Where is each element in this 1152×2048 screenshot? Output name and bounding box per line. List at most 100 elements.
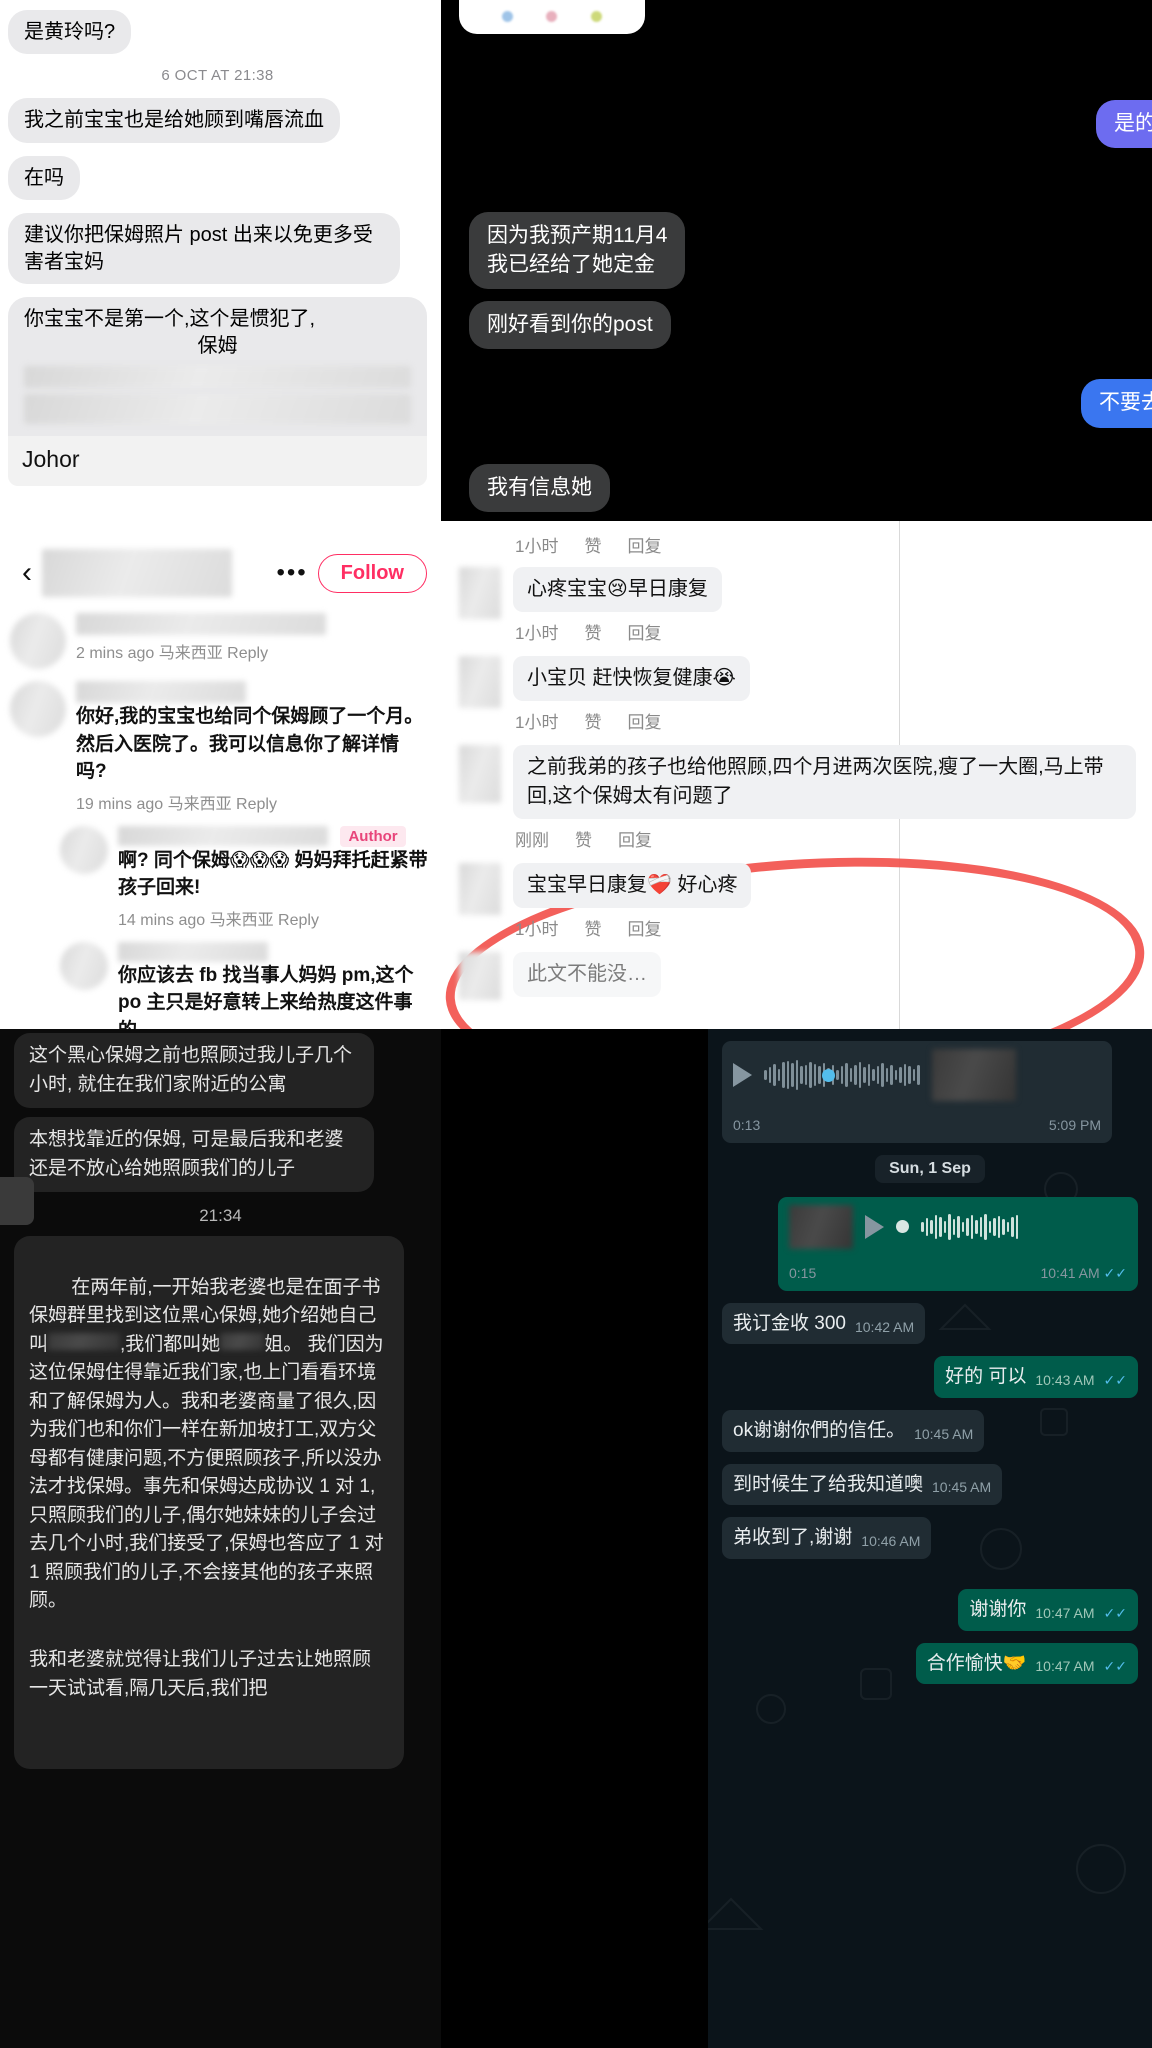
chat-bubble-incoming[interactable]: 在吗 bbox=[8, 155, 80, 201]
comment-meta[interactable]: 19 mins ago 马来西亚 Reply bbox=[76, 790, 429, 814]
chat-bubble-long[interactable]: 在两年前,一开始我老婆也是在面子书保姆群里找到这位黑心保姆,她介绍她自己叫 ,我们… bbox=[14, 1236, 404, 1769]
comment-item-partial: 此文不能没… bbox=[441, 947, 1152, 1002]
read-receipt-icon: ✓✓ bbox=[1103, 1658, 1127, 1675]
like-label[interactable]: 赞 bbox=[584, 532, 601, 557]
reply-label[interactable]: 回复 bbox=[618, 826, 652, 851]
panel-dark-messenger: Tap to verify Disappearing messages Off … bbox=[441, 0, 1152, 521]
reply-label[interactable]: 回复 bbox=[627, 708, 661, 733]
chat-bubble-incoming[interactable]: 我有信息她 bbox=[469, 463, 610, 513]
chat-bubble-incoming[interactable]: 到时候生了给我知道噢 10:45 AM bbox=[722, 1463, 1003, 1506]
redacted-username bbox=[118, 941, 268, 962]
play-icon[interactable] bbox=[865, 1214, 884, 1239]
chat-bubble-incoming[interactable]: 刚好看到你的post bbox=[469, 301, 671, 350]
chat-bubble-incoming[interactable]: 我订金收 300 10:42 AM bbox=[722, 1302, 926, 1345]
message-time: 10:45 AM bbox=[932, 1479, 992, 1496]
chevron-left-icon[interactable]: ‹ bbox=[22, 558, 32, 588]
progress-knob[interactable] bbox=[822, 1068, 835, 1082]
whatsapp-message-list: 0:13 5:09 PM Sun, 1 Sep 0:15 10:41 AM ✓✓… bbox=[708, 1029, 1152, 2048]
comment-item-highlighted: 之前我弟的孩子也给他照顾,四个月进两次医院,瘦了一大圈,马上带回,这个保姆太有问… bbox=[441, 740, 1152, 858]
reply-label[interactable]: 回复 bbox=[627, 532, 661, 557]
like-label[interactable]: 赞 bbox=[584, 708, 601, 733]
message-row: 0:15 10:41 AM ✓✓ bbox=[722, 1196, 1138, 1291]
bubble-line-1: 你宝宝不是第一个,这个是惯犯了, bbox=[24, 307, 316, 330]
message-row: 是的 bbox=[469, 100, 1152, 149]
redacted-avatar bbox=[789, 1204, 853, 1249]
redacted-name bbox=[48, 1332, 121, 1350]
play-icon[interactable] bbox=[733, 1063, 752, 1087]
chat-bubble-incoming[interactable]: 建议你把保姆照片 post 出来以免更多受害者宝妈 bbox=[8, 213, 400, 284]
chat-bubble-incoming[interactable]: 这个黑心保姆之前也照顾过我儿子几个小时, 就住在我们家附近的公寓 bbox=[14, 1033, 374, 1108]
waveform[interactable] bbox=[764, 1060, 920, 1090]
message-row: 我之前宝宝也是给她顾到嘴唇流血 bbox=[8, 98, 427, 143]
read-receipt-icon: ✓✓ bbox=[1103, 1264, 1127, 1281]
comment-meta[interactable]: 2 mins ago 马来西亚 Reply bbox=[76, 639, 429, 663]
follow-button[interactable]: Follow bbox=[317, 553, 427, 593]
avatar-stub bbox=[0, 1177, 34, 1225]
chat-bubble-incoming[interactable]: 弟收到了,谢谢 10:46 AM bbox=[722, 1517, 932, 1559]
message-row: 是黄玲吗? bbox=[8, 10, 427, 55]
voice-message-incoming[interactable]: 0:13 5:09 PM bbox=[722, 1041, 1112, 1143]
message-row: ok谢谢你們的信任。 10:45 AM bbox=[722, 1410, 1138, 1452]
avatar bbox=[459, 745, 501, 803]
message-time: 10:47 AM bbox=[1035, 1658, 1095, 1675]
like-label[interactable]: 赞 bbox=[584, 619, 601, 644]
bubble-line-2: 保姆 bbox=[197, 334, 238, 357]
comment-meta: 1小时 赞 回复 bbox=[515, 532, 1152, 557]
voice-player[interactable] bbox=[733, 1049, 1101, 1101]
message-stream: 是的 因为我预产期11月4 我已经给了她定金 刚好看到你的post 不要去 我有… bbox=[441, 100, 1152, 521]
chat-bubble-outgoing[interactable]: 好的 可以 10:43 AM ✓✓ bbox=[934, 1356, 1138, 1399]
avatar bbox=[459, 656, 501, 708]
avatar bbox=[459, 952, 501, 1000]
comment-meta: 刚刚 赞 回复 bbox=[515, 826, 1136, 851]
message-row: 建议你把保姆照片 post 出来以免更多受害者宝妈 bbox=[8, 213, 427, 284]
chat-bubble-incoming[interactable]: 我之前宝宝也是给她顾到嘴唇流血 bbox=[8, 98, 340, 143]
chat-bubble-outgoing[interactable]: 不要去 bbox=[1081, 379, 1152, 428]
comment-item-reply: Author 啊? 同个保姆😱😱😱 妈妈拜托赶紧带孩子回来! 14 mins a… bbox=[0, 818, 441, 934]
message-row: 刚好看到你的post bbox=[469, 301, 1152, 350]
comment-meta: 1小时 赞 回复 bbox=[515, 915, 1136, 940]
message-time: 10:43 AM bbox=[1035, 1372, 1095, 1389]
comment-time: 1小时 bbox=[515, 713, 559, 732]
blue-dot-icon bbox=[501, 11, 513, 23]
message-text: 合作愉快🤝 bbox=[926, 1652, 1027, 1674]
message-row: 在吗 bbox=[8, 155, 427, 201]
reply-label[interactable]: 回复 bbox=[627, 915, 661, 940]
message-row: 在两年前,一开始我老婆也是在面子书保姆群里找到这位黑心保姆,她介绍她自己叫 ,我们… bbox=[0, 1236, 441, 1769]
reply-label[interactable]: 回复 bbox=[627, 619, 661, 644]
green-dot-icon bbox=[591, 11, 603, 23]
message-text: 到时候生了给我知道噢 bbox=[733, 1473, 924, 1495]
chat-bubble-incoming[interactable]: 因为我预产期11月4 我已经给了她定金 bbox=[469, 212, 686, 290]
chat-bubble-incoming[interactable]: 本想找靠近的保姆, 可是最后我和老婆还是不放心给她照顾我们的儿子 bbox=[14, 1117, 374, 1192]
ellipsis-icon[interactable]: ••• bbox=[276, 559, 307, 587]
avatar bbox=[10, 681, 66, 737]
redacted-avatar bbox=[931, 1049, 1016, 1101]
panel-instagram-comments: ‹ ••• Follow 2 mins ago 马来西亚 Reply 你好,我的… bbox=[0, 521, 441, 1029]
chat-bubble-incoming[interactable]: ok谢谢你們的信任。 10:45 AM bbox=[722, 1410, 985, 1452]
avatar bbox=[459, 863, 501, 915]
voice-message-outgoing[interactable]: 0:15 10:41 AM ✓✓ bbox=[778, 1196, 1138, 1291]
chat-info-sheet: Tap to verify Disappearing messages Off … bbox=[459, 0, 645, 35]
chat-bubble-redacted[interactable]: 你宝宝不是第一个,这个是惯犯了, 保姆 Johor bbox=[8, 296, 427, 487]
chat-bubble-outgoing[interactable]: 谢谢你 10:47 AM ✓✓ bbox=[958, 1588, 1138, 1631]
like-label[interactable]: 赞 bbox=[575, 826, 592, 851]
comment-body: 你好,我的宝宝也给同个保姆顾了一个月。然后入医院了。我可以信息你了解详情吗? bbox=[76, 706, 424, 783]
voice-player[interactable] bbox=[789, 1204, 1127, 1249]
progress-knob[interactable] bbox=[896, 1220, 909, 1234]
panel-chinese-comments: 1小时 赞 回复 心疼宝宝😢早日康复 1小时 赞 回复 小宝贝 赶快恢复健康😭 bbox=[441, 521, 1152, 1029]
redacted-username bbox=[76, 681, 246, 703]
voice-meta: 0:13 5:09 PM bbox=[733, 1116, 1101, 1135]
chat-bubble-incoming[interactable]: 是黄玲吗? bbox=[8, 10, 132, 55]
chat-bubble-outgoing[interactable]: 是的 bbox=[1096, 100, 1152, 149]
screenshot-collage: 是黄玲吗? 6 OCT AT 21:38 我之前宝宝也是给她顾到嘴唇流血 在吗 … bbox=[0, 0, 1152, 2048]
comment-time: 1小时 bbox=[515, 537, 559, 556]
date-chip: Sun, 1 Sep bbox=[875, 1154, 985, 1183]
chat-bubble-outgoing[interactable]: 合作愉快🤝 10:47 AM ✓✓ bbox=[915, 1642, 1138, 1685]
waveform[interactable] bbox=[921, 1212, 1018, 1242]
like-label[interactable]: 赞 bbox=[584, 915, 601, 940]
avatar bbox=[60, 825, 108, 874]
author-badge: Author bbox=[340, 825, 406, 847]
comment-meta[interactable]: 14 mins ago 马来西亚 Reply bbox=[118, 906, 429, 930]
message-text: 我订金收 300 bbox=[733, 1312, 846, 1334]
comment-time: 1小时 bbox=[515, 624, 559, 643]
location-label: Johor bbox=[8, 435, 427, 487]
